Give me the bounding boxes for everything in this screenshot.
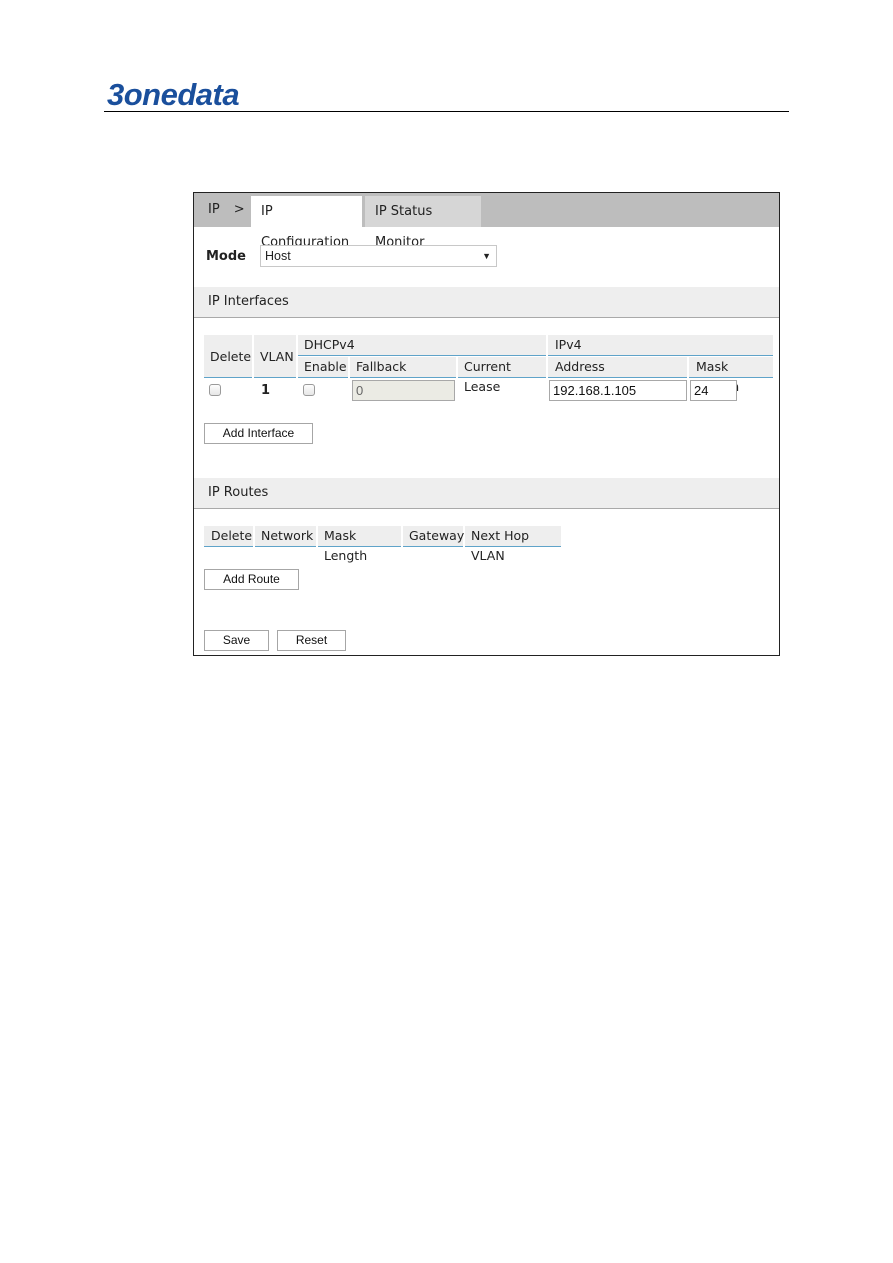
fallback-input[interactable]: 0 <box>352 380 455 401</box>
brand-logo: 3onedata <box>107 77 240 112</box>
breadcrumb: IP > <box>208 193 245 227</box>
ip-interfaces-header: IP Interfaces <box>194 287 779 318</box>
mode-label: Mode <box>206 249 246 264</box>
col-mask-length: Mask Length <box>689 357 773 394</box>
col-enable: Enable <box>298 357 348 378</box>
mask-length-input[interactable]: 24 <box>690 380 737 401</box>
ip-routes-header: IP Routes <box>194 478 779 509</box>
delete-checkbox[interactable] <box>209 384 221 396</box>
ip-config-panel: IP > IP Configuration IP Status Monitor M… <box>193 192 780 656</box>
route-col-gateway: Gateway <box>403 526 464 547</box>
col-fallback: Fallback <box>350 357 456 378</box>
route-col-mask-length: Mask Length <box>318 526 401 563</box>
mode-select-value: Host <box>265 249 291 263</box>
col-delete: Delete <box>204 335 252 378</box>
header-divider <box>104 111 789 112</box>
tab-bar: IP > IP Configuration IP Status Monitor <box>194 193 779 250</box>
route-col-network: Network <box>255 526 316 547</box>
mode-select[interactable]: Host ▼ <box>260 245 497 267</box>
reset-button[interactable]: Reset <box>277 630 346 651</box>
breadcrumb-separator-icon: > <box>233 202 245 217</box>
dhcp-enable-checkbox[interactable] <box>303 384 315 396</box>
route-col-next-hop-vlan: Next Hop VLAN <box>465 526 561 563</box>
add-interface-button[interactable]: Add Interface <box>204 423 313 444</box>
col-current-lease: Current Lease <box>458 357 546 394</box>
col-vlan: VLAN <box>254 335 296 378</box>
vlan-value: 1 <box>261 383 271 398</box>
tab-ip-configuration[interactable]: IP Configuration <box>251 196 362 250</box>
save-button[interactable]: Save <box>204 630 269 651</box>
col-address: Address <box>548 357 687 378</box>
address-input[interactable]: 192.168.1.105 <box>549 380 687 401</box>
col-group-dhcpv4: DHCPv4 <box>298 335 546 356</box>
route-col-delete: Delete <box>204 526 253 547</box>
tab-ip-status-monitor[interactable]: IP Status Monitor <box>365 196 481 250</box>
col-group-ipv4: IPv4 <box>548 335 773 356</box>
dropdown-arrow-icon: ▼ <box>482 251 491 261</box>
add-route-button[interactable]: Add Route <box>204 569 299 590</box>
breadcrumb-root[interactable]: IP <box>208 202 220 217</box>
